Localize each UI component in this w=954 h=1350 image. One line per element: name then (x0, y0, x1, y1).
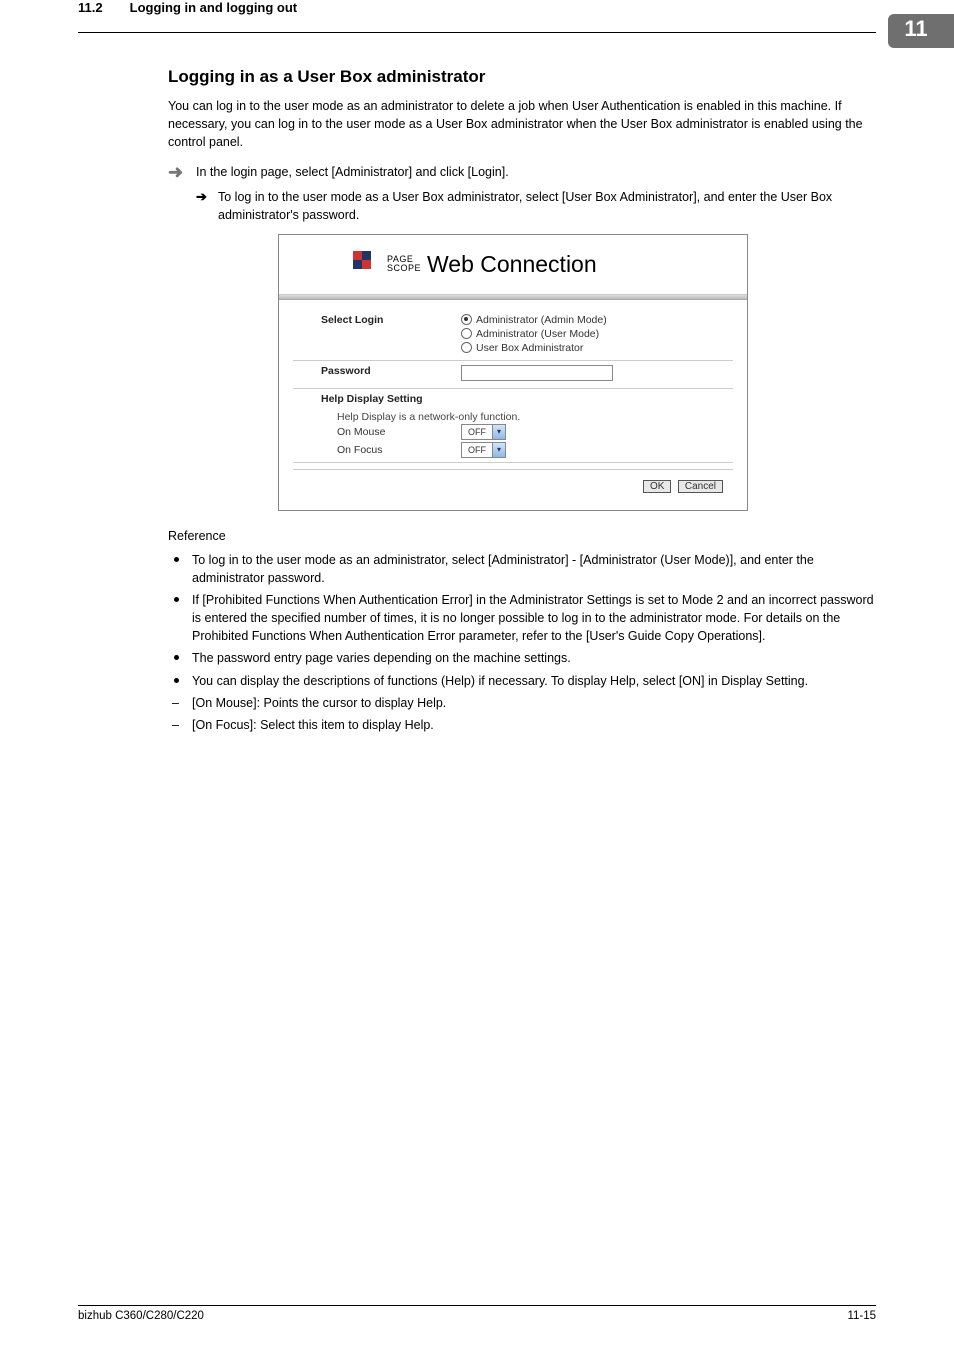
reference-item: [On Mouse]: Points the cursor to display… (188, 694, 876, 712)
chapter-number-badge: 11 (888, 14, 954, 48)
reference-item: The password entry page varies depending… (188, 649, 876, 667)
radio-icon (461, 342, 472, 353)
chevron-down-icon: ▾ (492, 425, 505, 439)
page-header: 11.2 Logging in and logging out (78, 0, 876, 33)
section-title: Logging in and logging out (130, 0, 298, 15)
password-input[interactable] (461, 365, 613, 381)
radio-label: User Box Administrator (476, 342, 583, 354)
login-radio-group: Administrator (Admin Mode) Administrator … (461, 314, 723, 356)
select-login-label: Select Login (321, 314, 461, 356)
on-mouse-label: On Mouse (337, 426, 461, 438)
reference-item: [On Focus]: Select this item to display … (188, 716, 876, 734)
password-label: Password (321, 365, 461, 384)
reference-item: To log in to the user mode as an adminis… (188, 551, 876, 587)
on-focus-label: On Focus (337, 444, 461, 456)
step-main-text: In the login page, select [Administrator… (196, 163, 509, 181)
logo-small-text: PAGE SCOPE (387, 255, 421, 273)
reference-list: To log in to the user mode as an adminis… (168, 551, 876, 734)
pagescope-logo-icon (353, 251, 379, 277)
ok-button[interactable]: OK (643, 480, 671, 493)
section-number: 11.2 (78, 0, 126, 15)
cancel-button[interactable]: Cancel (678, 480, 723, 493)
on-focus-select[interactable]: OFF ▾ (461, 442, 506, 458)
chevron-down-icon: ▾ (492, 443, 505, 457)
reference-heading: Reference (168, 529, 876, 543)
intro-paragraph: You can log in to the user mode as an ad… (168, 97, 876, 151)
reference-item: If [Prohibited Functions When Authentica… (188, 591, 876, 645)
login-radio-option[interactable]: Administrator (Admin Mode) (461, 314, 723, 326)
step-sub-text: To log in to the user mode as a User Box… (218, 188, 876, 224)
login-panel: PAGE SCOPE Web Connection Select Login A… (278, 234, 748, 511)
help-note: Help Display is a network-only function. (293, 409, 733, 423)
logo-big-text: Web Connection (427, 251, 597, 278)
radio-label: Administrator (Admin Mode) (476, 314, 607, 326)
page-title: Logging in as a User Box administrator (168, 67, 876, 87)
reference-item: You can display the descriptions of func… (188, 672, 876, 690)
radio-icon (461, 314, 472, 325)
step-arrow-icon: ➜ (168, 163, 196, 181)
radio-icon (461, 328, 472, 339)
help-display-setting-label: Help Display Setting (321, 393, 461, 405)
substep-arrow-icon: ➔ (196, 188, 218, 207)
radio-label: Administrator (User Mode) (476, 328, 599, 340)
login-radio-option[interactable]: User Box Administrator (461, 342, 723, 354)
footer-right: 11-15 (847, 1310, 876, 1322)
page-footer: bizhub C360/C280/C220 11-15 (78, 1305, 876, 1322)
footer-left: bizhub C360/C280/C220 (78, 1310, 204, 1322)
on-mouse-select[interactable]: OFF ▾ (461, 424, 506, 440)
login-radio-option[interactable]: Administrator (User Mode) (461, 328, 723, 340)
